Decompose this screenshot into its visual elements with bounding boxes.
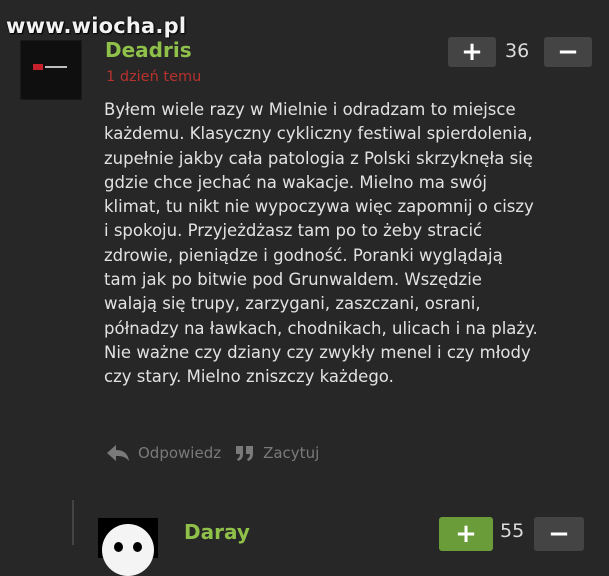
avatar[interactable] bbox=[20, 40, 82, 100]
quote-label: Zacytuj bbox=[263, 444, 320, 462]
smiley-face-icon bbox=[102, 524, 154, 576]
reply-button[interactable]: Odpowiedz bbox=[106, 444, 221, 462]
comment-actions: Odpowiedz Zacytuj bbox=[106, 444, 319, 462]
comment-score: 36 bbox=[505, 40, 530, 62]
site-watermark: www.wiocha.pl bbox=[6, 14, 187, 38]
quote-icon bbox=[236, 446, 254, 461]
reply-arrow-icon bbox=[107, 445, 129, 461]
reply-avatar[interactable] bbox=[98, 518, 158, 576]
upvote-button[interactable]: + bbox=[448, 37, 496, 67]
reply-username[interactable]: Daray bbox=[184, 520, 250, 544]
reply-label: Odpowiedz bbox=[138, 444, 222, 462]
comment-text: Byłem wiele razy w Mielnie i odradzam to… bbox=[104, 100, 538, 387]
reply-upvote-button[interactable]: + bbox=[439, 517, 493, 551]
avatar-logo-icon bbox=[33, 64, 67, 70]
comment-username[interactable]: Deadris bbox=[105, 38, 192, 62]
quote-button[interactable]: Zacytuj bbox=[235, 444, 319, 462]
reply-thread-line bbox=[72, 500, 74, 545]
comment-timestamp: 1 dzień temu bbox=[106, 69, 202, 85]
reply-score: 55 bbox=[500, 520, 525, 542]
downvote-button[interactable]: − bbox=[544, 37, 592, 67]
reply-downvote-button[interactable]: − bbox=[534, 517, 584, 551]
